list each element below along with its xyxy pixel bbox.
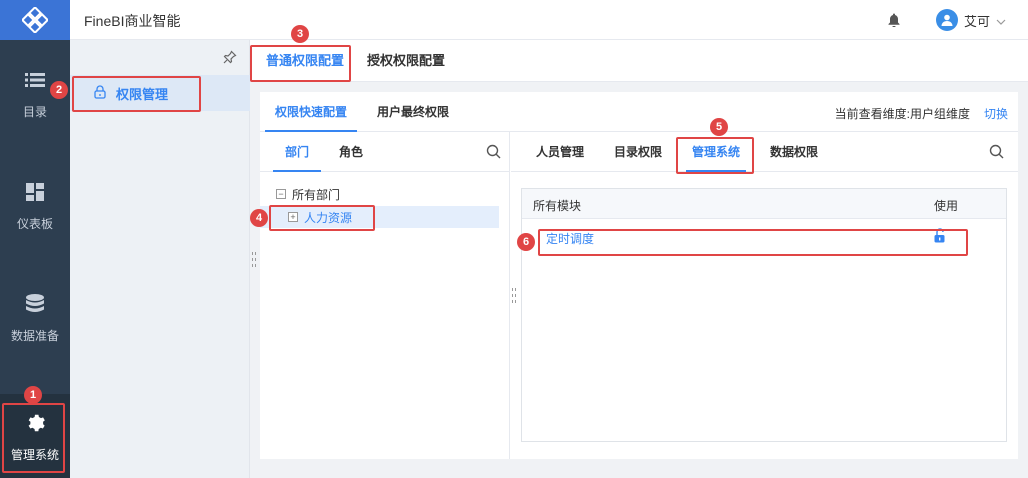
finebi-logo[interactable]	[0, 0, 70, 40]
dimension-label: 当前查看维度:用户组维度	[834, 107, 970, 121]
rail-label: 仪表板	[16, 216, 53, 231]
org-tabs: 部门 角色	[260, 132, 509, 172]
tab-admin-system[interactable]: 管理系统	[685, 132, 747, 172]
table-header: 所有模块 使用	[522, 189, 1006, 219]
header-use: 使用	[933, 199, 958, 213]
avatar	[936, 9, 958, 31]
tab-catalog-permission[interactable]: 目录权限	[614, 132, 662, 172]
step-badge: 2	[50, 81, 68, 99]
sidebar-item-label: 权限管理	[116, 86, 169, 102]
step-badge: 4	[250, 209, 268, 227]
sidebar-item-permission[interactable]: 权限管理	[70, 75, 250, 111]
step-badge: 3	[291, 25, 309, 43]
tab-grant-permission[interactable]: 授权权限配置	[367, 40, 445, 82]
module-table: 所有模块 使用 定时调度	[521, 188, 1007, 442]
module-tabs: 人员管理 目录权限 管理系统 数据权限	[511, 132, 1018, 172]
tab-final-permission[interactable]: 用户最终权限	[377, 92, 449, 132]
permission-tabs: 普通权限配置 授权权限配置	[250, 40, 1028, 82]
app-title: FineBI商业智能	[84, 13, 181, 29]
logo-icon	[22, 7, 48, 33]
bell-icon[interactable]	[888, 13, 900, 30]
user-name: 艾可	[964, 13, 991, 29]
left-rail: 目录 仪表板 数据准备 管理系统	[0, 0, 70, 478]
rail-label: 目录	[22, 104, 47, 119]
step-badge: 1	[24, 386, 42, 404]
step-badge: 6	[517, 233, 535, 251]
lock-icon	[94, 84, 106, 102]
expand-icon[interactable]: +	[288, 212, 298, 222]
list-icon	[25, 67, 45, 93]
tab-normal-permission[interactable]: 普通权限配置	[266, 40, 345, 82]
rail-item-admin[interactable]: 管理系统	[0, 394, 70, 478]
permission-panel: 权限快速配置 用户最终权限 当前查看维度:用户组维度 切换 部门 角色 − 所有…	[260, 92, 1018, 459]
tree-node-hr[interactable]: + 人力资源	[260, 206, 499, 228]
tab-role[interactable]: 角色	[339, 132, 363, 172]
database-icon	[26, 291, 44, 317]
module-pane: 人员管理 目录权限 管理系统 数据权限 所有模块 使用 定时调度	[511, 132, 1018, 459]
rail-label: 管理系统	[10, 447, 59, 462]
switch-dimension-link[interactable]: 切换	[984, 105, 1008, 122]
chevron-down-icon	[996, 13, 1006, 28]
user-menu[interactable]: 艾可	[936, 9, 1006, 31]
admin-sidebar: 权限管理	[70, 40, 250, 478]
tree-node-label: 所有部门	[292, 187, 341, 202]
table-row: 定时调度	[522, 225, 1006, 249]
org-pane: 部门 角色 − 所有部门 + 人力资源	[260, 132, 510, 459]
header-module: 所有模块	[533, 199, 582, 213]
tab-user-management[interactable]: 人员管理	[536, 132, 584, 172]
rail-item-data-prep[interactable]: 数据准备	[0, 282, 70, 352]
resize-handle[interactable]	[252, 252, 256, 266]
step-badge: 5	[710, 118, 728, 136]
tree-node-all-departments[interactable]: − 所有部门	[260, 183, 499, 205]
dashboard-icon	[26, 179, 44, 205]
top-header: FineBI商业智能 艾可	[70, 0, 1028, 40]
pin-icon[interactable]	[223, 50, 237, 67]
unlock-icon[interactable]	[934, 228, 946, 246]
search-icon[interactable]	[486, 144, 501, 162]
search-icon[interactable]	[989, 144, 1004, 162]
rail-item-dashboard[interactable]: 仪表板	[0, 170, 70, 240]
tab-data-permission[interactable]: 数据权限	[770, 132, 818, 172]
tree-node-label: 人力资源	[304, 210, 353, 225]
module-name: 定时调度	[546, 232, 595, 246]
tab-department[interactable]: 部门	[272, 132, 322, 172]
rail-label: 数据准备	[10, 328, 59, 343]
resize-handle[interactable]	[512, 288, 516, 302]
gear-icon	[24, 410, 46, 436]
tab-quick-config[interactable]: 权限快速配置	[264, 92, 358, 132]
collapse-icon[interactable]: −	[276, 189, 286, 199]
sub-tabs: 权限快速配置 用户最终权限 当前查看维度:用户组维度 切换	[260, 92, 1018, 132]
